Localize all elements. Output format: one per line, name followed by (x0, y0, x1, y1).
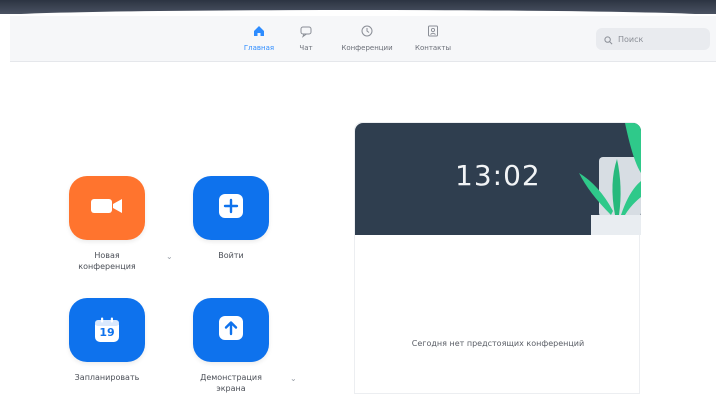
calendar-icon: 19 (93, 316, 121, 344)
share-screen-label-line2: экрана (216, 384, 246, 393)
share-screen-action: Демонстрация экрана (176, 298, 286, 394)
no-meetings-message: Сегодня нет предстоящих конференций (411, 339, 585, 348)
tab-contacts[interactable]: Контакты (406, 24, 460, 58)
clock-icon (360, 24, 374, 38)
search-placeholder: Поиск (618, 34, 644, 44)
tab-chat-label: Чат (299, 44, 313, 52)
new-meeting-action: Новая конференция (52, 176, 162, 272)
plus-icon (217, 192, 245, 224)
home-icon (252, 24, 266, 38)
new-meeting-button[interactable] (69, 176, 145, 240)
panel-header: 13:02 (355, 123, 641, 235)
join-action: Войти (176, 176, 286, 261)
contacts-icon (426, 24, 440, 38)
clock-time: 13:02 (455, 159, 541, 192)
new-meeting-label-line2: конференция (78, 262, 136, 271)
new-meeting-label: Новая конференция (78, 250, 135, 272)
chat-icon (299, 24, 313, 38)
calendar-day: 19 (99, 326, 115, 339)
schedule-action: 19 Запланировать (52, 298, 162, 383)
plant-icon (569, 123, 641, 235)
tab-home-label: Главная (243, 44, 275, 52)
search-icon (604, 30, 613, 49)
chevron-down-icon[interactable]: ⌄ (166, 252, 173, 261)
join-button[interactable] (193, 176, 269, 240)
tab-meetings-label: Конференции (341, 44, 393, 52)
chevron-down-icon[interactable]: ⌄ (290, 374, 297, 383)
nav-tabs: Главная Чат Конференции Контакты (234, 24, 460, 58)
video-camera-icon (89, 195, 125, 221)
tab-contacts-label: Контакты (414, 44, 452, 52)
join-label: Войти (218, 251, 244, 260)
tab-meetings[interactable]: Конференции (328, 24, 406, 58)
share-screen-label-line1: Демонстрация (200, 373, 262, 382)
schedule-label: Запланировать (74, 373, 140, 382)
tab-home[interactable]: Главная (234, 24, 284, 58)
upload-arrow-icon (217, 314, 245, 346)
top-nav-bar: Главная Чат Конференции Контакты Поиск (10, 16, 716, 62)
new-meeting-label-line1: Новая (94, 251, 120, 260)
tab-chat[interactable]: Чат (284, 24, 328, 58)
upcoming-meetings-panel: 13:02 Сегодня нет предстоящих конференци… (354, 122, 641, 394)
schedule-button[interactable]: 19 (69, 298, 145, 362)
share-screen-button[interactable] (193, 298, 269, 362)
window-title-strip (0, 0, 716, 16)
search-input[interactable]: Поиск (596, 28, 710, 50)
share-screen-label: Демонстрация экрана (200, 372, 262, 394)
